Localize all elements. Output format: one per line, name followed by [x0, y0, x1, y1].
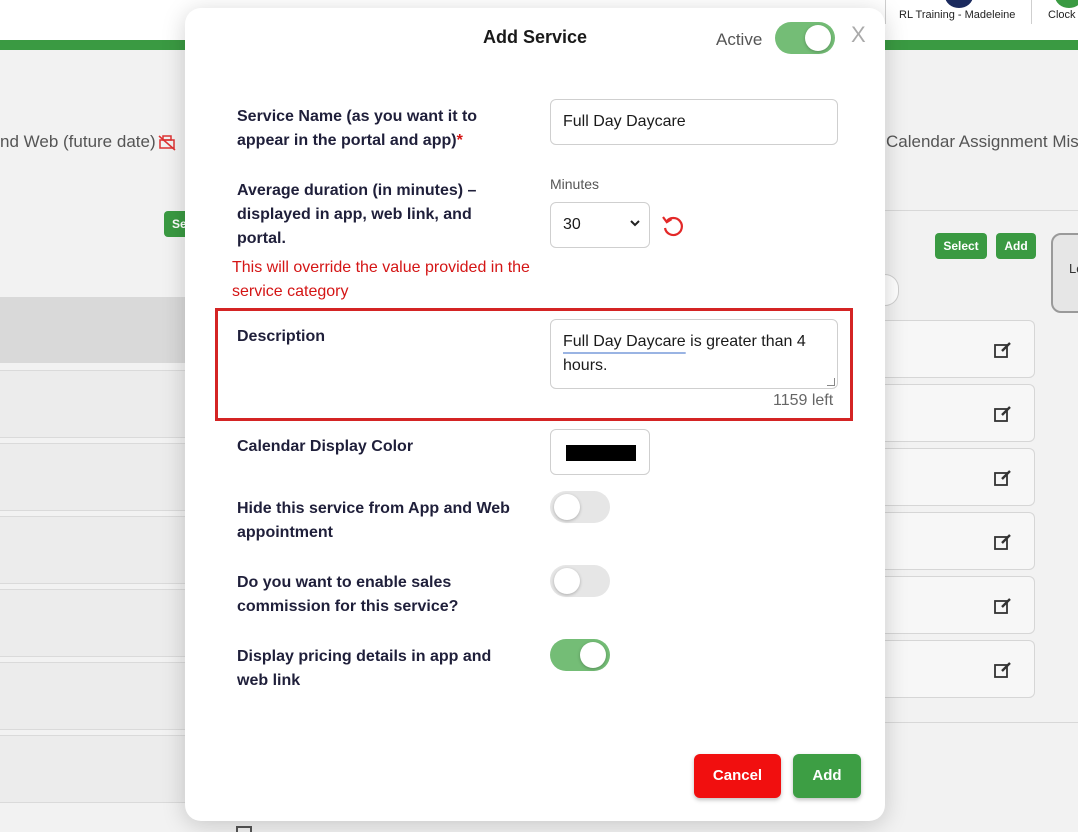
user-name-label[interactable]: RL Training - Madeleine: [899, 9, 1015, 21]
sales-commission-toggle[interactable]: [550, 565, 610, 597]
background-button-fragment[interactable]: Se: [164, 211, 187, 237]
background-divider: [885, 210, 1078, 211]
topbar-divider: [885, 0, 886, 24]
hide-service-label: Hide this service from App and Web appoi…: [237, 500, 510, 541]
description-underlined-text: Full Day Daycare: [563, 333, 686, 350]
edit-icon[interactable]: [994, 597, 1012, 615]
service-name-input[interactable]: Full Day Daycare: [550, 99, 838, 145]
active-label: Active: [716, 30, 763, 49]
close-icon[interactable]: X: [851, 22, 866, 48]
calendar-color-picker[interactable]: [550, 429, 650, 475]
background-service-row[interactable]: [885, 576, 1035, 634]
calendar-color-label: Calendar Display Color: [237, 438, 414, 455]
display-pricing-toggle[interactable]: [550, 639, 610, 671]
background-calendar-text: Calendar Assignment Miss: [886, 132, 1078, 151]
reset-icon[interactable]: [660, 213, 686, 239]
user-avatar[interactable]: [945, 0, 973, 8]
edit-icon[interactable]: [994, 405, 1012, 423]
chevron-down-icon: [630, 220, 640, 227]
duration-override-warning: This will override the value provided in…: [232, 259, 530, 300]
service-name-label-text: Service Name (as you want it to appear i…: [237, 108, 478, 149]
duration-value: 30: [563, 216, 581, 233]
background-row: [0, 662, 185, 730]
background-row: [0, 516, 185, 584]
edit-icon[interactable]: [994, 533, 1012, 551]
background-row: [0, 589, 185, 657]
edit-icon[interactable]: [994, 661, 1012, 679]
background-service-row[interactable]: [885, 320, 1035, 378]
hide-service-toggle[interactable]: [550, 491, 610, 523]
duration-select[interactable]: 30: [550, 202, 650, 248]
sales-commission-label: Do you want to enable sales commission f…: [237, 574, 459, 615]
background-row: [0, 443, 185, 511]
color-swatch: [566, 445, 636, 461]
background-status-text: nd Web (future date): [0, 132, 156, 151]
clock-avatar[interactable]: [1055, 0, 1078, 8]
background-service-row[interactable]: [885, 640, 1035, 698]
background-service-row[interactable]: [885, 384, 1035, 442]
background-add-button[interactable]: Add: [996, 233, 1036, 259]
add-button[interactable]: Add: [793, 754, 861, 798]
background-side-tab[interactable]: Lo: [1051, 233, 1078, 313]
minutes-caption: Minutes: [550, 176, 600, 192]
description-textarea[interactable]: Full Day Daycare is greater than 4 hours…: [550, 319, 838, 389]
toggle-knob: [554, 568, 580, 594]
toggle-knob: [554, 494, 580, 520]
add-service-modal: Add Service Active X Service Name (as yo…: [185, 8, 885, 821]
background-row: [0, 735, 185, 803]
background-row: [0, 370, 185, 438]
background-divider: [885, 722, 1078, 723]
active-toggle[interactable]: [775, 22, 835, 54]
resize-handle-icon[interactable]: [827, 378, 835, 386]
duration-label: Average duration (in minutes) – displaye…: [237, 182, 477, 247]
clock-label[interactable]: Clock: [1048, 9, 1076, 21]
service-name-label: Service Name (as you want it to appear i…: [237, 105, 507, 153]
description-chars-left: 1159 left: [773, 392, 834, 409]
edit-icon[interactable]: [994, 341, 1012, 359]
description-label: Description: [237, 328, 326, 345]
cancel-button[interactable]: Cancel: [694, 754, 781, 798]
toggle-knob: [580, 642, 606, 668]
background-service-row[interactable]: [885, 512, 1035, 570]
background-select-button[interactable]: Select: [935, 233, 987, 259]
required-mark: *: [456, 132, 463, 149]
toggle-knob: [805, 25, 831, 51]
no-print-icon: [157, 134, 177, 152]
topbar-divider: [1031, 0, 1032, 24]
display-pricing-label: Display pricing details in app and web l…: [237, 648, 492, 689]
edit-icon[interactable]: [994, 469, 1012, 487]
background-table-header: [0, 297, 185, 363]
background-service-row[interactable]: [885, 448, 1035, 506]
external-link-icon[interactable]: [236, 826, 252, 832]
